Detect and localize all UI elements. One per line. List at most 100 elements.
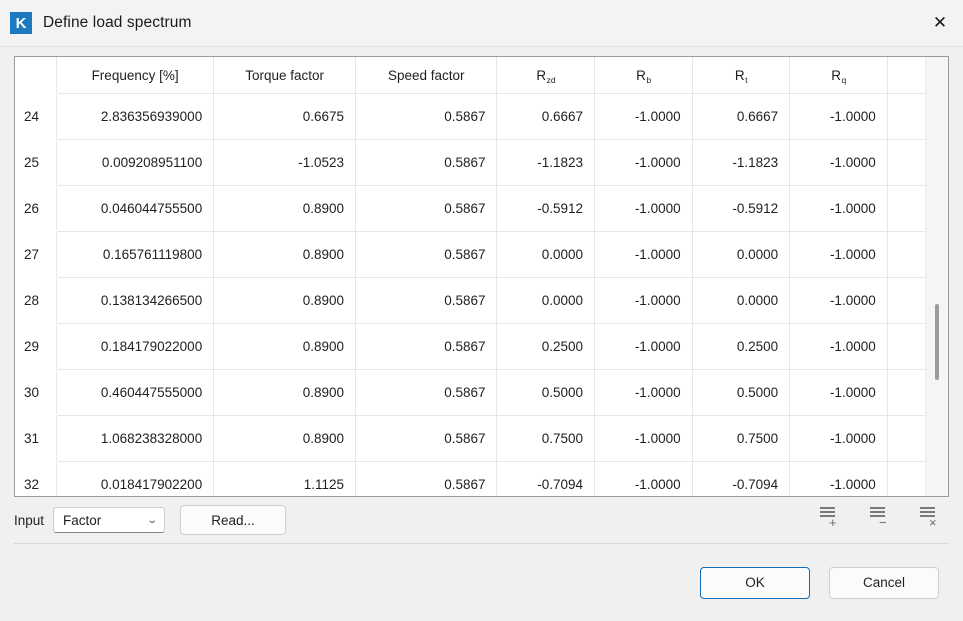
cell-r-t[interactable]: -0.5912 (692, 185, 791, 232)
cell-torque-factor[interactable]: 0.6675 (213, 93, 357, 140)
cell-frequency[interactable]: 0.460447555000 (56, 369, 215, 416)
cell-r-t[interactable]: 0.7500 (692, 415, 791, 462)
table-vertical-scrollbar[interactable] (925, 57, 948, 496)
cell-torque-factor[interactable]: 0.8900 (213, 415, 357, 462)
delete-rows-icon[interactable]: × (917, 504, 945, 534)
input-type-select[interactable]: Factor ⌄ (53, 507, 166, 533)
table-row[interactable]: 29 0.184179022000 0.8900 0.5867 0.2500 -1.000… (15, 323, 925, 370)
cell-r-q[interactable]: -1.0000 (789, 231, 888, 278)
cell-r-zd[interactable]: 0.0000 (496, 231, 596, 278)
cell-r-b[interactable]: -1.0000 (594, 231, 693, 278)
cell-r-q[interactable]: -1.0000 (789, 461, 888, 496)
scrollbar-thumb[interactable] (935, 304, 939, 380)
row-index-cell[interactable]: 29 (15, 323, 57, 370)
cell-r-zd[interactable]: 0.5000 (496, 369, 596, 416)
cell-torque-factor[interactable]: -1.0523 (213, 139, 357, 186)
cell-r-t[interactable]: 0.6667 (692, 93, 791, 140)
column-header-frequency[interactable]: Frequency [%] (56, 57, 215, 94)
cell-r-zd[interactable]: -1.1823 (496, 139, 596, 186)
cell-torque-factor[interactable]: 0.8900 (213, 277, 357, 324)
cell-spacer (887, 415, 925, 462)
row-index-cell[interactable]: 30 (15, 369, 57, 416)
cell-r-b[interactable]: -1.0000 (594, 277, 693, 324)
cell-frequency[interactable]: 0.184179022000 (56, 323, 215, 370)
cell-r-zd[interactable]: 0.6667 (496, 93, 596, 140)
cell-torque-factor[interactable]: 1.1125 (213, 461, 357, 496)
close-icon[interactable]: ✕ (917, 0, 963, 46)
cell-speed-factor[interactable]: 0.5867 (355, 277, 498, 324)
ok-button[interactable]: OK (700, 566, 810, 599)
row-index-cell[interactable]: 28 (15, 277, 57, 324)
cell-speed-factor[interactable]: 0.5867 (355, 415, 498, 462)
table-row[interactable]: 31 1.068238328000 0.8900 0.5867 0.7500 -1.000… (15, 415, 925, 462)
cell-r-q[interactable]: -1.0000 (789, 139, 888, 186)
row-index-cell[interactable]: 32 (15, 461, 57, 496)
cell-frequency[interactable]: 1.068238328000 (56, 415, 215, 462)
cell-frequency[interactable]: 0.018417902200 (56, 461, 215, 496)
cell-frequency[interactable]: 0.138134266500 (56, 277, 215, 324)
cell-speed-factor[interactable]: 0.5867 (355, 461, 498, 496)
cell-r-t[interactable]: 0.0000 (692, 277, 791, 324)
cell-r-t[interactable]: -1.1823 (692, 139, 791, 186)
cell-r-t[interactable]: 0.2500 (692, 323, 791, 370)
cell-r-zd[interactable]: 0.7500 (496, 415, 596, 462)
table-row[interactable]: 25 0.009208951100 -1.0523 0.5867 -1.1823 -1.0… (15, 139, 925, 186)
cell-r-b[interactable]: -1.0000 (594, 369, 693, 416)
cell-speed-factor[interactable]: 0.5867 (355, 139, 498, 186)
column-header-torque-factor[interactable]: Torque factor (213, 57, 357, 94)
cell-frequency[interactable]: 0.046044755500 (56, 185, 215, 232)
read-button[interactable]: Read... (180, 505, 287, 535)
cell-speed-factor[interactable]: 0.5867 (355, 231, 498, 278)
cell-r-q[interactable]: -1.0000 (789, 93, 888, 140)
cell-speed-factor[interactable]: 0.5867 (355, 369, 498, 416)
cell-speed-factor[interactable]: 0.5867 (355, 323, 498, 370)
column-header-r-q[interactable]: Rq (789, 57, 888, 94)
cell-r-t[interactable]: 0.0000 (692, 231, 791, 278)
cell-r-q[interactable]: -1.0000 (789, 415, 888, 462)
cell-r-zd[interactable]: -0.5912 (496, 185, 596, 232)
cell-r-b[interactable]: -1.0000 (594, 185, 693, 232)
row-index-cell[interactable]: 25 (15, 139, 57, 186)
cell-r-zd[interactable]: -0.7094 (496, 461, 596, 496)
cell-speed-factor[interactable]: 0.5867 (355, 185, 498, 232)
cell-torque-factor[interactable]: 0.8900 (213, 323, 357, 370)
r-q-base: R (831, 67, 841, 83)
cell-torque-factor[interactable]: 0.8900 (213, 185, 357, 232)
cell-r-t[interactable]: -0.7094 (692, 461, 791, 496)
column-header-r-zd[interactable]: Rzd (496, 57, 596, 94)
table-row[interactable]: 32 0.018417902200 1.1125 0.5867 -0.7094 -1.00… (15, 461, 925, 496)
cell-frequency[interactable]: 0.165761119800 (56, 231, 215, 278)
column-header-r-b[interactable]: Rb (594, 57, 693, 94)
cell-speed-factor[interactable]: 0.5867 (355, 93, 498, 140)
cell-r-b[interactable]: -1.0000 (594, 139, 693, 186)
cell-r-q[interactable]: -1.0000 (789, 185, 888, 232)
cell-r-b[interactable]: -1.0000 (594, 323, 693, 370)
row-index-cell[interactable]: 27 (15, 231, 57, 278)
add-row-icon[interactable]: + (817, 504, 845, 534)
remove-row-icon[interactable]: − (867, 504, 895, 534)
cell-frequency[interactable]: 0.009208951100 (56, 139, 215, 186)
table-row[interactable]: 28 0.138134266500 0.8900 0.5867 0.0000 -1.000… (15, 277, 925, 324)
cell-frequency[interactable]: 2.836356939000 (56, 93, 215, 140)
cell-r-t[interactable]: 0.5000 (692, 369, 791, 416)
cell-r-q[interactable]: -1.0000 (789, 323, 888, 370)
cell-r-q[interactable]: -1.0000 (789, 277, 888, 324)
cell-torque-factor[interactable]: 0.8900 (213, 369, 357, 416)
cell-r-b[interactable]: -1.0000 (594, 461, 693, 496)
table-row[interactable]: 30 0.460447555000 0.8900 0.5867 0.5000 -1.000… (15, 369, 925, 416)
cell-torque-factor[interactable]: 0.8900 (213, 231, 357, 278)
cancel-button[interactable]: Cancel (829, 566, 939, 599)
cell-r-b[interactable]: -1.0000 (594, 415, 693, 462)
cell-r-b[interactable]: -1.0000 (594, 93, 693, 140)
column-header-r-t[interactable]: Rt (692, 57, 791, 94)
table-row[interactable]: 24 2.836356939000 0.6675 0.5867 0.6667 -1.000… (15, 93, 925, 140)
cell-r-zd[interactable]: 0.0000 (496, 277, 596, 324)
cell-r-q[interactable]: -1.0000 (789, 369, 888, 416)
row-index-cell[interactable]: 31 (15, 415, 57, 462)
row-index-cell[interactable]: 26 (15, 185, 57, 232)
table-row[interactable]: 26 0.046044755500 0.8900 0.5867 -0.5912 -1.00… (15, 185, 925, 232)
table-row[interactable]: 27 0.165761119800 0.8900 0.5867 0.0000 -1.000… (15, 231, 925, 278)
row-index-cell[interactable]: 24 (15, 93, 57, 140)
cell-r-zd[interactable]: 0.2500 (496, 323, 596, 370)
column-header-speed-factor[interactable]: Speed factor (355, 57, 498, 94)
